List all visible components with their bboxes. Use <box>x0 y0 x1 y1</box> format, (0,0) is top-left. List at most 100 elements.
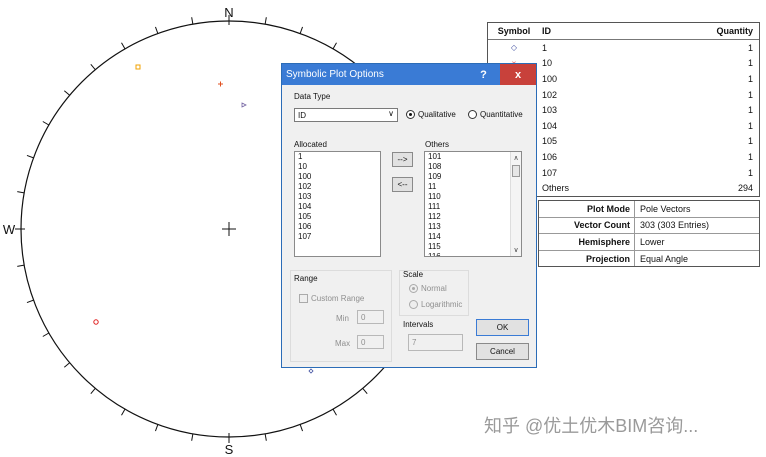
qualitative-label: Qualitative <box>418 110 456 119</box>
qualitative-radio[interactable]: Qualitative <box>406 110 456 119</box>
logarithmic-label: Logarithmic <box>421 300 463 309</box>
radio-selected-icon <box>406 110 415 119</box>
legend-quantity: 1 <box>747 89 753 100</box>
legend-quantity: 1 <box>747 73 753 84</box>
info-value: 303 (303 Entries) <box>640 220 710 231</box>
list-item[interactable]: 112 <box>425 212 521 222</box>
info-label: Hemisphere <box>539 234 635 250</box>
degree-tick <box>42 121 50 126</box>
dialog-titlebar[interactable]: Symbolic Plot Options ? x <box>282 64 536 85</box>
pole-red-circle <box>93 319 99 325</box>
list-item[interactable]: 104 <box>295 202 380 212</box>
info-value: Equal Angle <box>640 253 689 264</box>
degree-tick <box>264 17 267 25</box>
pole-blue-diamond <box>308 368 314 374</box>
list-item[interactable]: 11 <box>425 182 521 192</box>
chevron-down-icon: ∨ <box>388 109 394 118</box>
legend-symbol: ◇ <box>510 43 518 53</box>
pole-red-plus <box>218 81 223 87</box>
degree-tick <box>362 388 368 395</box>
legend-id: 103 <box>542 105 558 116</box>
max-input[interactable]: 0 <box>357 335 384 349</box>
others-list[interactable]: 101 108 109 11 110 111 112 113 114 115 116 ∧ ∨ <box>424 151 522 257</box>
degree-tick <box>332 42 337 50</box>
list-item[interactable]: 115 <box>425 242 521 252</box>
radio-unselected-icon <box>409 300 418 309</box>
symbolic-plot-options-dialog: Symbolic Plot Options ? x Data Type ID ∨… <box>281 63 537 368</box>
info-row: Plot Mode Pole Vectors <box>539 201 759 218</box>
quantitative-radio[interactable]: Quantitative <box>468 110 523 119</box>
min-input[interactable]: 0 <box>357 310 384 324</box>
list-item[interactable]: 108 <box>425 162 521 172</box>
list-item[interactable]: 1 <box>295 152 380 162</box>
legend-row: ◇ 1 1 <box>488 40 759 56</box>
data-type-label: Data Type <box>294 92 331 101</box>
list-item[interactable]: 100 <box>295 172 380 182</box>
degree-tick <box>299 26 304 34</box>
list-item[interactable]: 107 <box>295 232 380 242</box>
list-item[interactable]: 101 <box>425 152 521 162</box>
degree-tick <box>63 90 70 96</box>
compass-south: S <box>225 442 234 457</box>
cancel-button[interactable]: Cancel <box>476 343 529 360</box>
degree-tick <box>90 388 96 395</box>
list-item[interactable]: 110 <box>425 192 521 202</box>
degree-tick <box>26 154 34 159</box>
list-item[interactable]: 114 <box>425 232 521 242</box>
list-item[interactable]: 109 <box>425 172 521 182</box>
degree-tick <box>121 42 126 50</box>
list-item[interactable]: 102 <box>295 182 380 192</box>
legend-id: 104 <box>542 120 558 131</box>
pole-purple-triangle <box>241 102 247 108</box>
allocated-label: Allocated <box>294 140 327 149</box>
close-button[interactable]: x <box>500 64 536 85</box>
custom-range-checkbox[interactable]: Custom Range <box>299 294 364 303</box>
degree-tick <box>299 424 304 432</box>
scroll-down-icon[interactable]: ∨ <box>511 245 521 255</box>
list-item[interactable]: 113 <box>425 222 521 232</box>
legend-quantity: 1 <box>747 105 753 116</box>
allocated-list[interactable]: 1 10 100 102 103 104 105 106 107 <box>294 151 381 257</box>
list-item[interactable]: 105 <box>295 212 380 222</box>
info-value: Lower <box>640 236 665 247</box>
legend-id: 107 <box>542 167 558 178</box>
list-item[interactable]: 106 <box>295 222 380 232</box>
intervals-input[interactable]: 7 <box>408 334 463 351</box>
radio-unselected-icon <box>468 110 477 119</box>
info-value: Pole Vectors <box>640 203 691 214</box>
info-label: Plot Mode <box>539 201 635 217</box>
scroll-up-icon[interactable]: ∧ <box>511 153 521 163</box>
degree-tick <box>26 299 34 304</box>
info-label: Projection <box>539 250 635 267</box>
move-left-button[interactable]: <-- <box>392 177 413 192</box>
dialog-title: Symbolic Plot Options <box>286 69 384 80</box>
others-scrollbar[interactable]: ∧ ∨ <box>510 152 521 256</box>
help-button[interactable]: ? <box>467 64 500 85</box>
logarithmic-radio[interactable]: Logarithmic <box>409 300 462 309</box>
list-item[interactable]: 10 <box>295 162 380 172</box>
ok-button[interactable]: OK <box>476 319 529 336</box>
legend-header: Symbol ID Quantity <box>488 23 759 40</box>
list-item[interactable]: 111 <box>425 202 521 212</box>
scale-label: Scale <box>403 270 424 279</box>
legend-id: 106 <box>542 151 558 162</box>
compass-west: W <box>3 222 16 237</box>
legend-quantity: 1 <box>747 151 753 162</box>
normal-radio[interactable]: Normal <box>409 284 447 293</box>
list-item[interactable]: 103 <box>295 192 380 202</box>
move-right-button[interactable]: --> <box>392 152 413 167</box>
data-type-select[interactable]: ID ∨ <box>294 108 398 122</box>
scroll-thumb[interactable] <box>512 165 520 177</box>
legend-quantity: 1 <box>747 120 753 131</box>
legend-header-symbol: Symbol <box>497 26 531 36</box>
list-item[interactable]: 116 <box>425 252 521 256</box>
degree-tick <box>63 362 70 368</box>
degree-tick <box>332 408 337 416</box>
legend-quantity: 294 <box>737 183 753 194</box>
data-type-value: ID <box>298 110 306 120</box>
degree-tick <box>17 191 25 194</box>
legend-id: Others <box>542 183 570 194</box>
legend-id: 105 <box>542 136 558 147</box>
pole-orange-square <box>135 64 141 70</box>
legend-quantity: 1 <box>747 136 753 147</box>
